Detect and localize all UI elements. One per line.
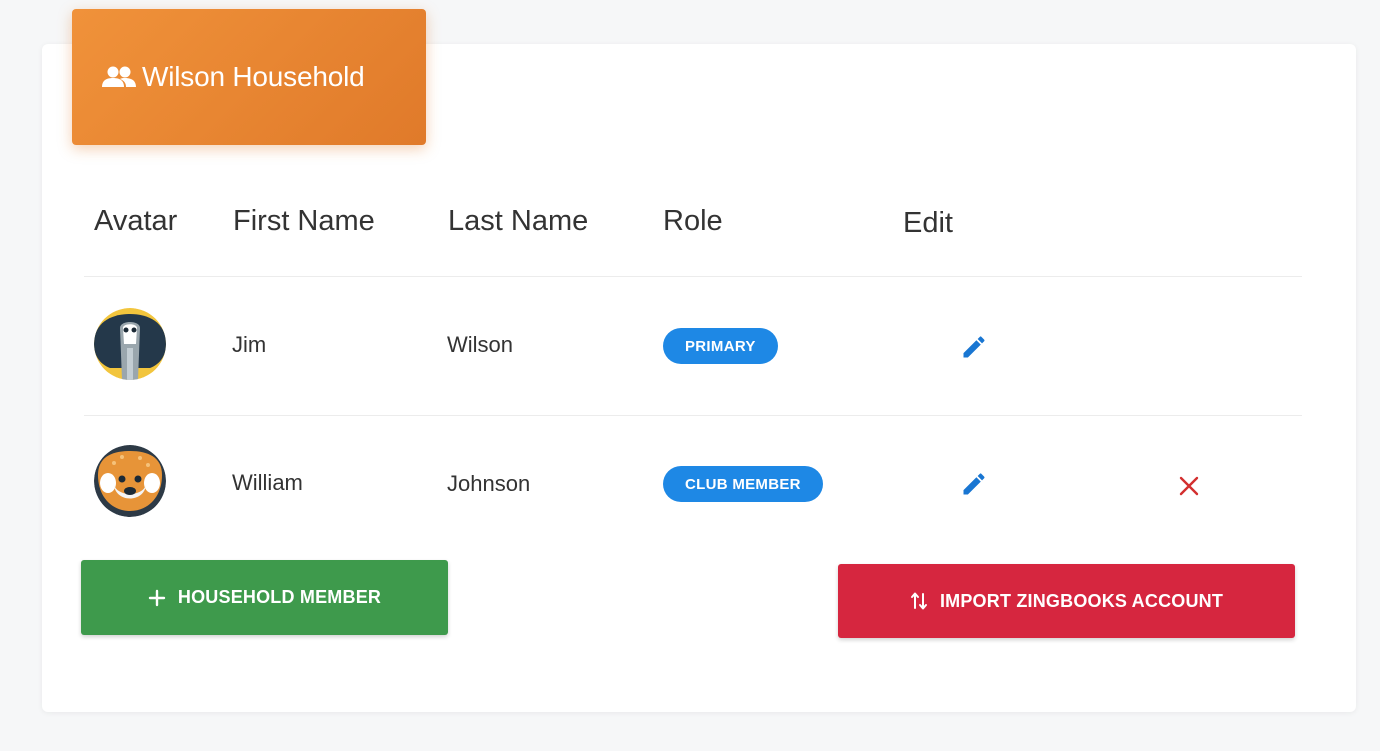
import-zingbooks-account-button[interactable]: IMPORT ZINGBOOKS ACCOUNT — [838, 564, 1295, 638]
member-last-name: Johnson — [447, 471, 531, 496]
column-header-edit: Edit — [903, 207, 953, 239]
add-household-member-button[interactable]: HOUSEHOLD MEMBER — [81, 560, 448, 635]
role-badge: PRIMARY — [663, 328, 778, 364]
member-first-name: Jim — [232, 332, 267, 357]
edit-pencil-icon[interactable] — [960, 333, 988, 361]
row-divider — [84, 415, 1302, 416]
add-household-member-label: HOUSEHOLD MEMBER — [177, 587, 382, 607]
role-badge: CLUB MEMBER — [663, 466, 823, 502]
household-people-icon — [100, 65, 138, 89]
column-header-first-name: First Name — [233, 205, 375, 237]
delete-close-icon[interactable] — [1177, 474, 1201, 498]
column-header-last-name: Last Name — [448, 205, 589, 237]
member-first-name: William — [232, 470, 303, 495]
edit-pencil-icon[interactable] — [960, 470, 988, 498]
cobra-avatar — [94, 308, 166, 380]
import-zingbooks-account-label: IMPORT ZINGBOOKS ACCOUNT — [939, 590, 1224, 611]
column-header-role: Role — [663, 205, 723, 237]
plus-icon — [148, 589, 166, 607]
header-divider — [84, 276, 1302, 277]
member-last-name: Wilson — [447, 332, 514, 357]
swap-vertical-icon — [910, 591, 928, 611]
household-title: Wilson Household — [142, 61, 365, 92]
column-header-avatar: Avatar — [94, 205, 178, 237]
household-header: Wilson Household — [72, 9, 426, 145]
fox-avatar — [94, 445, 166, 517]
